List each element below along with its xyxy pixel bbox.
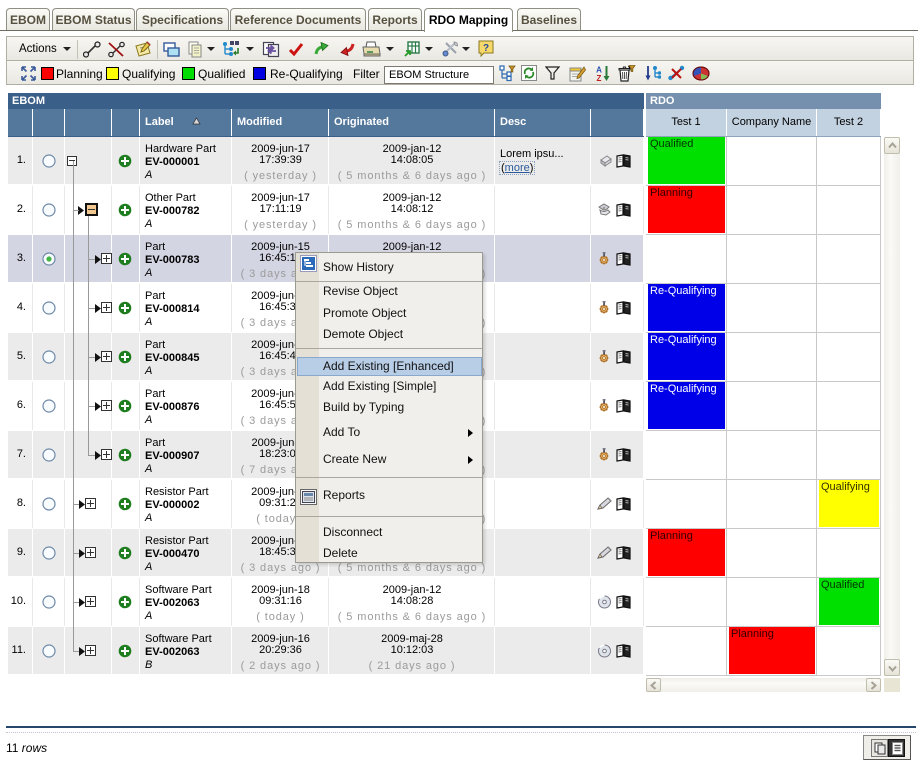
- svg-text:?: ?: [483, 43, 489, 54]
- svg-text:Z: Z: [597, 74, 602, 82]
